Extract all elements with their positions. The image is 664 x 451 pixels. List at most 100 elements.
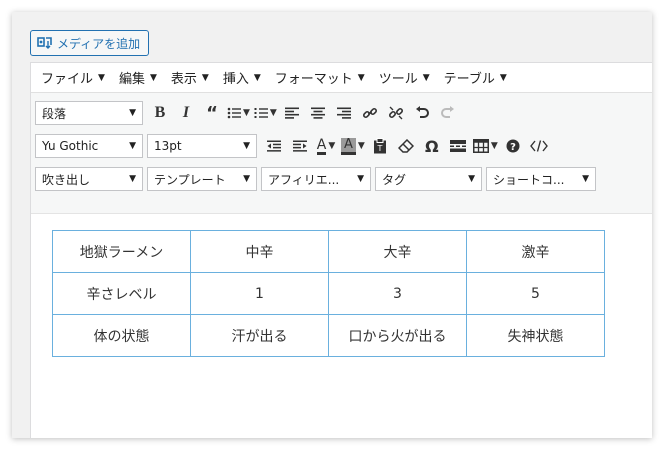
caret-down-icon: ▼	[328, 141, 336, 151]
background-color-button[interactable]: A ▼	[341, 134, 365, 158]
indent-button[interactable]	[289, 134, 311, 158]
text-color-button[interactable]: A ▼	[315, 134, 337, 158]
format-select[interactable]: 段落 ▼	[35, 101, 143, 125]
table-cell[interactable]: 激辛	[466, 230, 605, 273]
outdent-icon	[267, 140, 281, 152]
help-icon: ?	[506, 139, 520, 153]
menu-edit[interactable]: 編集 ▼	[119, 68, 157, 87]
table-button[interactable]: ▼	[472, 134, 498, 158]
insert-link-button[interactable]	[359, 101, 381, 125]
table-cell[interactable]: 1	[190, 272, 329, 315]
editor-content[interactable]: 地獄ラーメン 中辛 大辛 激辛 辛さレベル 1 3 5 体の状態 汗が出る 口か…	[31, 214, 652, 438]
align-left-button[interactable]	[281, 101, 303, 125]
table-row: 地獄ラーメン 中辛 大辛 激辛	[52, 230, 605, 273]
template-select[interactable]: テンプレート ▼	[147, 167, 257, 191]
code-icon	[529, 140, 548, 152]
bullet-list-icon	[227, 107, 241, 119]
caret-down-icon: ▼	[357, 141, 365, 151]
table-cell[interactable]: 5	[466, 272, 605, 315]
table-cell[interactable]: 辛さレベル	[52, 272, 191, 315]
caret-down-icon: ▼	[129, 108, 136, 118]
table-cell[interactable]: 汗が出る	[190, 314, 329, 357]
add-media-button[interactable]: メディアを追加	[30, 30, 150, 56]
menu-format[interactable]: フォーマット ▼	[275, 68, 365, 87]
align-right-icon	[336, 107, 351, 119]
eraser-icon	[397, 139, 414, 153]
menubar: ファイル ▼ 編集 ▼ 表示 ▼ 挿入 ▼ フォーマット ▼ ツール ▼ テーブル ▼	[31, 63, 652, 93]
caret-down-icon: ▼	[98, 72, 105, 83]
help-button[interactable]: ?	[502, 134, 524, 158]
table-cell[interactable]: 口から火が出る	[328, 314, 467, 357]
align-center-icon	[310, 107, 325, 119]
align-left-icon	[284, 107, 299, 119]
bullet-list-button[interactable]: ▼	[227, 101, 250, 125]
media-icon	[37, 37, 52, 49]
table-cell[interactable]: 3	[328, 272, 467, 315]
quote-icon: “	[206, 102, 218, 124]
align-right-button[interactable]	[333, 101, 355, 125]
font-size-select[interactable]: 13pt ▼	[147, 134, 257, 158]
tinymce-editor: ファイル ▼ 編集 ▼ 表示 ▼ 挿入 ▼ フォーマット ▼ ツール ▼ テーブル ▼ 段落 ▼…	[30, 62, 652, 438]
affiliate-select[interactable]: アフィリエ... ▼	[261, 167, 371, 191]
caret-down-icon: ▼	[468, 174, 475, 184]
caret-down-icon: ▼	[243, 174, 250, 184]
undo-button[interactable]	[411, 101, 433, 125]
code-button[interactable]	[528, 134, 550, 158]
menu-file[interactable]: ファイル ▼	[41, 68, 105, 87]
caret-down-icon: ▼	[357, 174, 364, 184]
numbered-list-button[interactable]: ▼	[254, 101, 277, 125]
menu-insert[interactable]: 挿入 ▼	[223, 68, 261, 87]
undo-icon	[415, 106, 429, 118]
caret-down-icon: ▼	[269, 108, 277, 118]
clear-formatting-button[interactable]	[395, 134, 417, 158]
unlink-icon	[388, 106, 403, 120]
blockquote-button[interactable]: “	[201, 101, 223, 125]
bold-button[interactable]: B	[149, 101, 171, 125]
caret-down-icon: ▼	[422, 72, 430, 83]
table-cell[interactable]: 中辛	[190, 230, 329, 273]
shortcode-select[interactable]: ショートコ... ▼	[486, 167, 596, 191]
read-more-icon	[449, 140, 466, 152]
font-family-select[interactable]: Yu Gothic ▼	[35, 134, 143, 158]
caret-down-icon: ▼	[582, 174, 589, 184]
align-center-button[interactable]	[307, 101, 329, 125]
caret-down-icon: ▼	[253, 72, 261, 83]
table-cell[interactable]: 地獄ラーメン	[52, 230, 191, 273]
table-cell[interactable]: 失神状態	[466, 314, 605, 357]
svg-text:T: T	[376, 144, 382, 153]
special-character-button[interactable]: Ω	[421, 134, 443, 158]
link-icon	[362, 107, 377, 119]
indent-icon	[293, 140, 307, 152]
caret-down-icon: ▼	[357, 72, 365, 83]
text-color-icon: A	[316, 136, 327, 155]
caret-down-icon: ▼	[201, 72, 209, 83]
table-cell[interactable]: 体の状態	[52, 314, 191, 357]
caret-down-icon: ▼	[129, 174, 136, 184]
toolbar-row-3: 吹き出し ▼ テンプレート ▼ アフィリエ... ▼ タグ ▼ ショートコ... ▼	[35, 166, 600, 192]
table-row: 辛さレベル 1 3 5	[52, 272, 605, 315]
svg-text:?: ?	[510, 142, 516, 153]
speech-bubble-select[interactable]: 吹き出し ▼	[35, 167, 143, 191]
toolbar: 段落 ▼ B I “ ▼ ▼ Yu Gothic ▼ 13pt ▼ A ▼ A …	[31, 93, 652, 214]
table-cell[interactable]: 大辛	[328, 230, 467, 273]
caret-down-icon: ▼	[149, 72, 157, 83]
caret-down-icon: ▼	[490, 141, 498, 151]
table-icon	[472, 139, 489, 153]
italic-button[interactable]: I	[175, 101, 197, 125]
caret-down-icon: ▼	[129, 141, 136, 151]
remove-link-button[interactable]	[385, 101, 407, 125]
numbered-list-icon	[254, 108, 268, 118]
outdent-button[interactable]	[263, 134, 285, 158]
menu-tools[interactable]: ツール ▼	[379, 68, 430, 87]
menu-table[interactable]: テーブル ▼	[444, 68, 507, 87]
toolbar-row-2: Yu Gothic ▼ 13pt ▼ A ▼ A ▼ T Ω ▼ ?	[35, 133, 552, 159]
paste-text-button[interactable]: T	[369, 134, 391, 158]
menu-view[interactable]: 表示 ▼	[171, 68, 209, 87]
redo-button[interactable]	[437, 101, 459, 125]
read-more-button[interactable]	[447, 134, 469, 158]
background-color-icon: A	[341, 137, 356, 155]
tag-select[interactable]: タグ ▼	[375, 167, 482, 191]
content-table[interactable]: 地獄ラーメン 中辛 大辛 激辛 辛さレベル 1 3 5 体の状態 汗が出る 口か…	[52, 230, 605, 357]
caret-down-icon: ▼	[243, 108, 250, 118]
toolbar-row-1: 段落 ▼ B I “ ▼ ▼	[35, 100, 461, 126]
